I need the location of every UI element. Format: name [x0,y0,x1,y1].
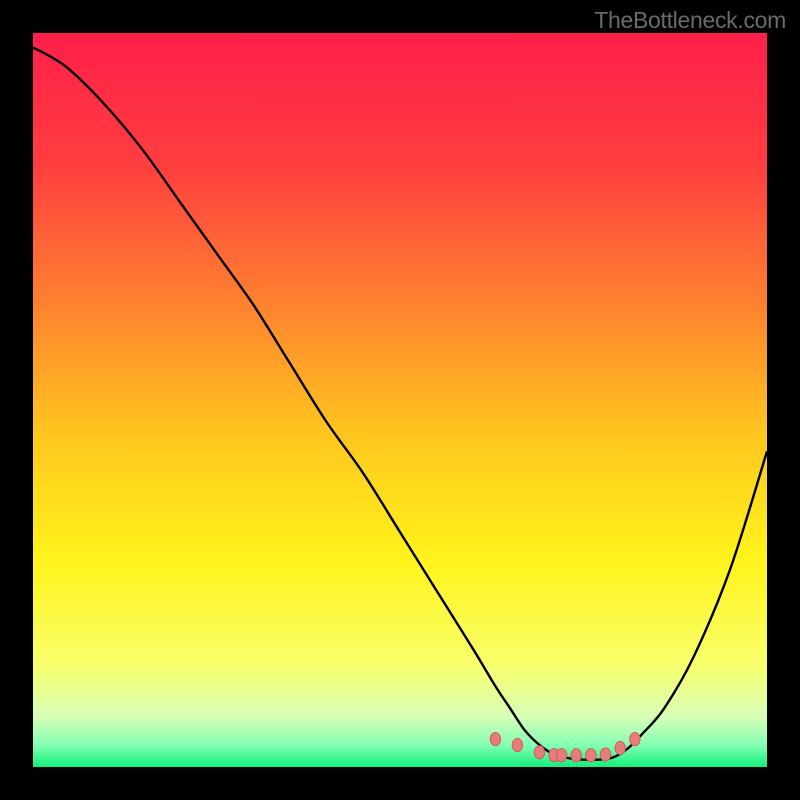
curve-marker [586,749,596,762]
curve-marker [571,749,581,762]
curve-marker [630,733,640,746]
curve-marker [512,738,522,751]
curve-marker [556,749,566,762]
curve-marker [490,733,500,746]
curve-marker [615,741,625,754]
bottleneck-curve-chart [0,0,800,800]
watermark-label: TheBottleneck.com [594,7,786,34]
plot-background [33,33,767,767]
curve-marker [600,748,610,761]
curve-marker [534,746,544,759]
chart-frame: TheBottleneck.com [0,0,800,800]
